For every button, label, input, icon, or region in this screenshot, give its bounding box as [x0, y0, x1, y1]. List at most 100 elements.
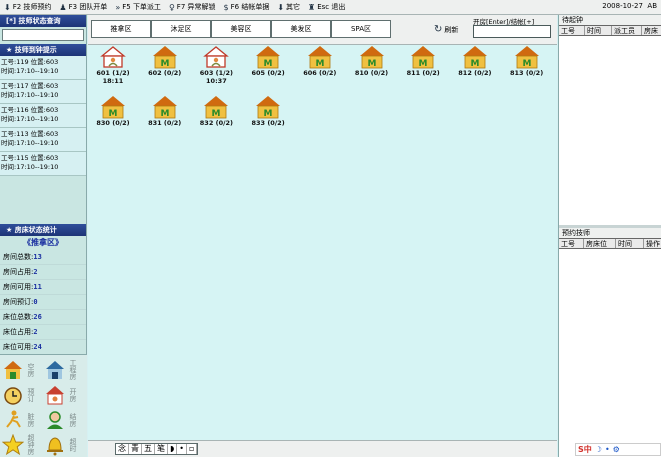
- tech-entry[interactable]: 工号:113 位置:603 时间:17:10--19:10: [0, 128, 86, 152]
- quick-label: 工程房: [69, 359, 77, 380]
- ime-key[interactable]: 笔: [155, 444, 168, 454]
- tech-search-box[interactable]: [2, 29, 84, 41]
- room-tile[interactable]: M 812 (0/2): [452, 45, 498, 93]
- toolbar-group-open[interactable]: ♟ F3 团队开单: [55, 0, 111, 15]
- tech-entry[interactable]: 工号:117 位置:603 时间:17:10--19:10: [0, 80, 86, 104]
- tab-foot[interactable]: 沐足区: [151, 20, 211, 38]
- stat-value: 0: [33, 298, 38, 306]
- forward-icon: »: [115, 2, 121, 12]
- room-tile[interactable]: M 811 (0/2): [400, 45, 446, 93]
- ime-key[interactable]: •: [177, 444, 187, 454]
- tab-hair[interactable]: 美发区: [271, 20, 331, 38]
- tech-clock-list: 工号:119 位置:603 时间:17:10--19:10 工号:117 位置:6…: [0, 56, 86, 176]
- sogou-ime-bar[interactable]: S中 ☽ • ⚙: [575, 443, 661, 456]
- tab-spa[interactable]: SPA区: [331, 20, 391, 38]
- tech-entry-line2: 时间:17:10--19:10: [1, 67, 59, 75]
- stat-row: 床位总数:26: [0, 310, 86, 325]
- stat-value: 24: [33, 343, 42, 351]
- main-toolbar: ⬇ F2 技师预约 ♟ F3 团队开单 » F5 下单派工 ♀ F7 异常解锁 $ F6 …: [0, 0, 661, 15]
- room-tile[interactable]: M 830 (0/2): [90, 95, 136, 143]
- tab-tuina[interactable]: 推拿区: [91, 20, 151, 38]
- col-header[interactable]: 操作: [644, 239, 661, 248]
- room-tile[interactable]: M 810 (0/2): [349, 45, 395, 93]
- stat-label: 床位占用:: [3, 328, 34, 336]
- col-header[interactable]: 工号: [559, 26, 585, 35]
- tech-entry-line2: 时间:17:10--19:10: [1, 163, 59, 171]
- appointment-title: 预约技师: [559, 228, 661, 238]
- toolbar-key: F7: [176, 3, 186, 11]
- room-label: 833 (0/2): [251, 119, 285, 127]
- ime-key[interactable]: 青: [129, 444, 142, 454]
- quick-label: 开房: [69, 387, 77, 402]
- stat-row: 房间总数:13: [0, 250, 86, 265]
- tech-entry[interactable]: 工号:115 位置:603 时间:17:10--19:10: [0, 152, 86, 176]
- tech-entry[interactable]: 工号:116 位置:603 时间:17:10--19:10: [0, 104, 86, 128]
- room-label: 830 (0/2): [96, 119, 130, 127]
- col-header[interactable]: 时间: [585, 26, 612, 35]
- toolbar-checkout[interactable]: $ F6 结帐单据: [220, 0, 274, 15]
- toolbar-label: 异常解锁: [187, 3, 216, 11]
- col-header[interactable]: 工号: [559, 239, 584, 248]
- quick-timeout-button[interactable]: 超时: [44, 432, 86, 457]
- stat-row: 房间预订:0: [0, 295, 86, 310]
- col-header[interactable]: 时间: [616, 239, 644, 248]
- stat-row: 床位可用:24: [0, 340, 86, 355]
- quick-booked-button[interactable]: 预订: [2, 382, 44, 407]
- room-tile[interactable]: M 833 (0/2): [245, 95, 291, 143]
- room-tile[interactable]: M 606 (0/2): [297, 45, 343, 93]
- room-tile[interactable]: M 831 (0/2): [142, 95, 188, 143]
- tech-entry-line1: 工号:113 位置:603: [1, 130, 59, 138]
- room-tile[interactable]: M 602 (0/2): [142, 45, 188, 93]
- stat-label: 房间占用:: [3, 268, 34, 276]
- toolbar-dispatch[interactable]: » F5 下单派工: [111, 0, 165, 15]
- svg-text:M: M: [367, 59, 376, 69]
- tech-search-input[interactable]: [3, 30, 83, 41]
- toolbar-book-tech[interactable]: ⬇ F2 技师预约: [0, 0, 55, 15]
- ime-key[interactable]: ◗: [168, 444, 178, 454]
- stat-value: 26: [33, 313, 42, 321]
- toolbar-unlock[interactable]: ♀ F7 异常解锁: [165, 0, 220, 15]
- room-status-panel: 推拿区 沐足区 美容区 美发区 SPA区 ↻ 刷新 开房[Enter]/结帐[+]…: [88, 15, 557, 457]
- left-panel: [*] 技师状态查询 ★ 技师到钟提示 工号:119 位置:603 时间:17:1…: [0, 15, 87, 457]
- room-tile[interactable]: M 813 (0/2): [504, 45, 550, 93]
- house-open-icon: [44, 384, 66, 406]
- ime-key[interactable]: 念: [116, 444, 129, 454]
- tab-beauty[interactable]: 美容区: [211, 20, 271, 38]
- toolbar-label: 团队开单: [79, 3, 108, 11]
- room-tile[interactable]: M 605 (0/2): [245, 45, 291, 93]
- toolbar-other[interactable]: ⬇ 其它: [273, 0, 304, 15]
- ime-toolbar[interactable]: 念 青 五 笔 ◗ • ▫: [115, 443, 199, 455]
- toolbar-label: 结帐单据: [241, 3, 270, 11]
- appointment-panel: 预约技师 工号 房床位 时间 操作: [559, 225, 661, 457]
- col-header[interactable]: 房床: [642, 26, 661, 35]
- col-header[interactable]: 派工员: [612, 26, 642, 35]
- toolbar-key: F6: [230, 3, 240, 11]
- svg-text:M: M: [160, 109, 169, 119]
- toolbar-exit[interactable]: ♜ Esc 退出: [304, 0, 349, 15]
- quick-dirty-room-button[interactable]: 脏房: [2, 407, 44, 432]
- col-header[interactable]: 房床位: [584, 239, 616, 248]
- stat-label: 房间预订:: [3, 298, 34, 306]
- room-label: 810 (0/2): [354, 69, 389, 77]
- appointment-header: 工号 房床位 时间 操作: [559, 238, 661, 249]
- quick-overtime-room-button[interactable]: 超钟房: [2, 432, 44, 457]
- open-room-input[interactable]: [473, 25, 551, 38]
- refresh-button[interactable]: ↻ 刷新: [434, 24, 458, 35]
- room-tile[interactable]: 603 (1/2) 10:37: [193, 45, 239, 93]
- ime-key[interactable]: ▫: [187, 444, 198, 454]
- room-tile[interactable]: M 832 (0/2): [193, 95, 239, 143]
- star-icon: ★: [6, 226, 13, 234]
- tech-entry-line1: 工号:119 位置:603: [1, 58, 59, 66]
- quick-work-room-button[interactable]: 工程房: [44, 357, 86, 382]
- person-exit-icon: ♜: [308, 2, 316, 12]
- tech-entry[interactable]: 工号:119 位置:603 时间:17:10--19:10: [0, 56, 86, 80]
- room-tile[interactable]: 601 (1/2) 18:11: [90, 45, 136, 93]
- quick-checkout-room-button[interactable]: 结房: [44, 407, 86, 432]
- quick-open-room-button[interactable]: 开房: [44, 382, 86, 407]
- room-grid: 601 (1/2) 18:11 M 602 (0/2) 603 (1/2) 10:37 M 6…: [88, 45, 557, 440]
- quick-free-room-button[interactable]: 空房: [2, 357, 44, 382]
- room-label: 811 (0/2): [406, 69, 440, 77]
- ime-key[interactable]: 五: [142, 444, 155, 454]
- alarm-clock-icon: [2, 384, 24, 406]
- wait-clock-header: 工号 时间 派工员 房床: [559, 25, 661, 36]
